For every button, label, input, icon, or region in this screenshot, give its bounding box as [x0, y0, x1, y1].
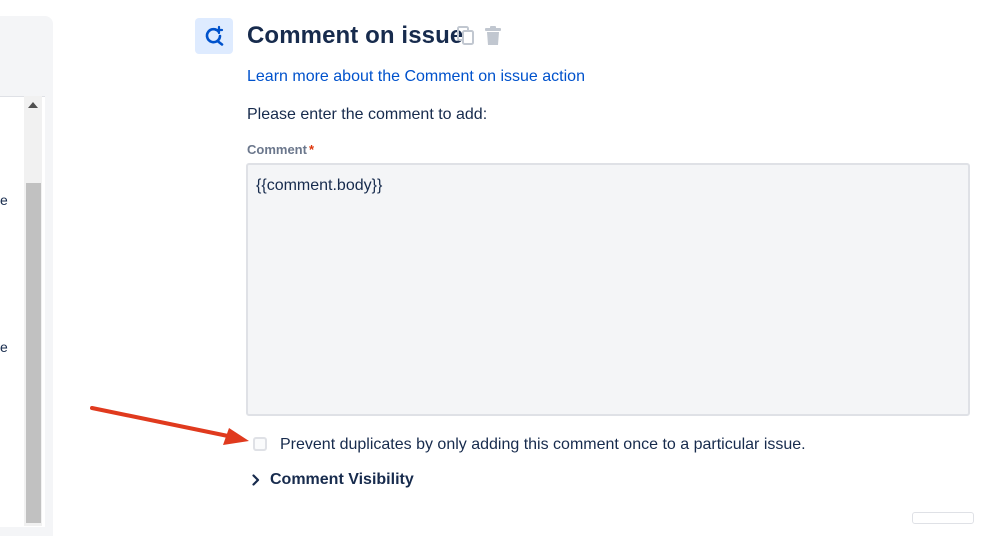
- prevent-duplicates-label[interactable]: Prevent duplicates by only adding this c…: [280, 436, 806, 454]
- left-text-fragment: e: [0, 192, 8, 208]
- comment-field-label: Comment *: [247, 142, 314, 157]
- copy-icon[interactable]: [457, 26, 475, 46]
- scrollbar-thumb[interactable]: [26, 183, 41, 523]
- chevron-right-icon: [252, 474, 260, 486]
- left-text-fragment: e: [0, 339, 8, 355]
- comment-label-text: Comment: [247, 142, 307, 157]
- trash-icon[interactable]: [484, 26, 502, 46]
- scroll-up-arrow-icon[interactable]: [28, 102, 38, 108]
- action-title: Comment on issue: [247, 22, 464, 49]
- instructions-text: Please enter the comment to add:: [247, 106, 488, 123]
- required-marker: *: [308, 142, 315, 157]
- comment-textarea[interactable]: [246, 163, 970, 416]
- comment-action-icon: [195, 18, 233, 54]
- comment-visibility-label: Comment Visibility: [270, 471, 414, 488]
- learn-more-link[interactable]: Learn more about the Comment on issue ac…: [247, 68, 585, 86]
- comment-refresh-icon: [205, 25, 224, 46]
- prevent-duplicates-checkbox[interactable]: [253, 437, 267, 451]
- comment-visibility-toggle[interactable]: Comment Visibility: [252, 471, 414, 489]
- bottom-right-control: [912, 512, 974, 524]
